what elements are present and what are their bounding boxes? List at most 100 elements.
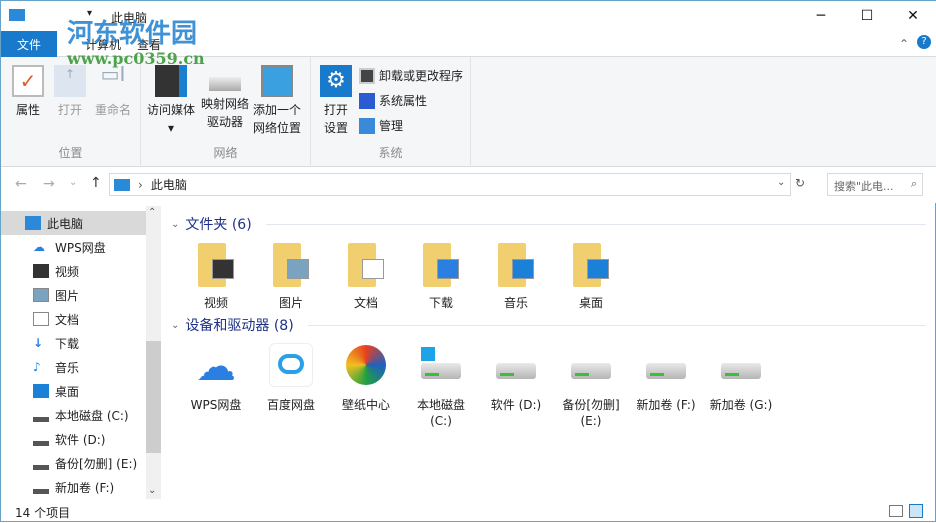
desktop-icon: [33, 384, 49, 398]
programs-icon: [359, 67, 375, 84]
computer-icon: [9, 9, 25, 21]
forward-button[interactable]: →: [43, 176, 55, 192]
manage-button[interactable]: 管理: [359, 117, 403, 134]
nav-item-pictures[interactable]: 图片: [1, 283, 146, 307]
open-button[interactable]: ↑ 打开: [53, 65, 87, 119]
nav-item-drive-f[interactable]: 新加卷 (F:): [1, 475, 146, 499]
details-view-button[interactable]: [889, 505, 903, 517]
folder-item[interactable]: 音乐: [480, 241, 552, 311]
folder-item[interactable]: 桌面: [555, 241, 627, 311]
help-icon[interactable]: ?: [917, 35, 931, 49]
nav-item-documents[interactable]: 文档: [1, 307, 146, 331]
folder-item[interactable]: 文档: [330, 241, 402, 311]
network-drive-icon: [209, 77, 241, 91]
baidu-netdisk-icon: [267, 343, 315, 391]
gear-icon: ⚙: [320, 65, 352, 97]
open-settings-button[interactable]: ⚙ 打开 设置: [319, 65, 353, 137]
watermark-logo: 河东软件园: [67, 19, 198, 49]
group-location: ✓ 属性 ↑ 打开 ▭I 重命名 位置: [1, 57, 141, 167]
document-icon: [33, 312, 49, 326]
address-dropdown-icon[interactable]: ⌄: [777, 177, 785, 188]
nav-item-desktop[interactable]: 桌面: [1, 379, 146, 403]
navigation-pane: 此电脑 ☁ WPS网盘 视频 图片 文档 ↓ 下载 ♪ 音乐 桌面 本地磁盘 (C:)…: [1, 206, 146, 499]
nav-item-downloads[interactable]: ↓ 下载: [1, 331, 146, 355]
minimize-button[interactable]: ─: [798, 1, 844, 31]
folder-download-icon: [417, 241, 465, 289]
folders-section-header[interactable]: ⌄ 文件夹 (6): [171, 214, 926, 234]
drive-g-icon: [717, 343, 765, 391]
group-network: 访问媒体 ▾ 映射网络 驱动器 添加一个 网络位置 网络: [141, 57, 311, 167]
drive-e-icon: [567, 343, 615, 391]
folder-item[interactable]: 视频: [180, 241, 252, 311]
maximize-button[interactable]: ☐: [844, 1, 890, 31]
back-button[interactable]: ←: [15, 176, 27, 192]
drive-f-icon: [642, 343, 690, 391]
system-properties-icon: [359, 92, 375, 109]
refresh-button[interactable]: ↻: [795, 176, 805, 190]
group-label-network: 网络: [213, 146, 238, 160]
device-item[interactable]: 备份[勿删] (E:): [555, 343, 627, 429]
chevron-down-icon: ⌄: [171, 218, 180, 230]
address-bar[interactable]: › 此电脑: [109, 173, 791, 196]
rename-icon: ▭I: [100, 62, 126, 86]
nav-item-drive-d[interactable]: 软件 (D:): [1, 427, 146, 451]
device-item[interactable]: 新加卷 (F:): [630, 343, 702, 413]
search-icon: ⌕: [910, 177, 917, 190]
properties-icon: ✓: [12, 65, 44, 97]
scroll-down-icon[interactable]: ⌄: [148, 485, 156, 496]
folder-desktop-icon: [567, 241, 615, 289]
device-item[interactable]: 本地磁盘 (C:): [405, 343, 477, 429]
add-network-location-button[interactable]: 添加一个 网络位置: [251, 65, 303, 137]
device-item[interactable]: 软件 (D:): [480, 343, 552, 413]
nav-item-videos[interactable]: 视频: [1, 259, 146, 283]
search-input[interactable]: 搜索"此电... ⌕: [827, 173, 923, 196]
computer-icon: [25, 216, 41, 230]
folder-video-icon: [192, 241, 240, 289]
devices-section-header[interactable]: ⌄ 设备和驱动器 (8): [171, 315, 926, 335]
scroll-up-icon[interactable]: ⌃: [148, 207, 156, 218]
wallpaper-center-icon: [342, 343, 390, 391]
close-button[interactable]: ✕: [890, 1, 936, 31]
nav-item-wps[interactable]: ☁ WPS网盘: [1, 235, 146, 259]
device-item[interactable]: 新加卷 (G:): [705, 343, 777, 413]
computer-icon: [114, 178, 130, 191]
video-icon: [33, 264, 49, 278]
access-media-button[interactable]: 访问媒体 ▾: [145, 65, 197, 137]
drive-icon: [33, 480, 49, 494]
up-button[interactable]: ↑: [90, 175, 102, 191]
nav-item-this-pc[interactable]: 此电脑: [1, 211, 146, 235]
media-icon: [155, 65, 187, 97]
picture-icon: [33, 288, 49, 302]
folder-item[interactable]: 图片: [255, 241, 327, 311]
collapse-ribbon-icon[interactable]: ⌃: [899, 37, 909, 51]
device-item[interactable]: ☁ WPS网盘: [180, 343, 252, 413]
uninstall-programs-button[interactable]: 卸载或更改程序: [359, 67, 463, 84]
nav-item-drive-e[interactable]: 备份[勿删] (E:): [1, 451, 146, 475]
map-network-drive-button[interactable]: 映射网络 驱动器: [199, 65, 251, 131]
system-properties-button[interactable]: 系统属性: [359, 92, 427, 109]
rename-button[interactable]: ▭I 重命名: [91, 62, 135, 119]
group-system: ⚙ 打开 设置 卸载或更改程序 系统属性 管理 系统: [311, 57, 471, 167]
device-item[interactable]: 百度网盘: [255, 343, 327, 413]
open-icon: ↑: [54, 65, 86, 97]
drive-icon: [33, 408, 49, 422]
drive-c-icon: [417, 343, 465, 391]
tab-file[interactable]: 文件: [1, 31, 57, 57]
download-icon: ↓: [33, 336, 44, 350]
breadcrumb-this-pc[interactable]: 此电脑: [151, 176, 187, 193]
group-label-system: 系统: [378, 146, 403, 160]
nav-item-drive-c[interactable]: 本地磁盘 (C:): [1, 403, 146, 427]
properties-button[interactable]: ✓ 属性: [11, 65, 45, 119]
drive-icon: [33, 456, 49, 470]
music-icon: ♪: [33, 360, 41, 374]
group-label-location: 位置: [58, 146, 83, 160]
folder-item[interactable]: 下载: [405, 241, 477, 311]
device-item[interactable]: 壁纸中心: [330, 343, 402, 413]
cloud-icon: ☁: [33, 240, 45, 254]
nav-item-music[interactable]: ♪ 音乐: [1, 355, 146, 379]
nav-scrollbar-thumb[interactable]: [146, 341, 161, 453]
wps-cloud-icon: ☁: [196, 344, 236, 390]
recent-locations-button[interactable]: ⌄: [69, 177, 77, 188]
large-icons-view-button[interactable]: [909, 504, 923, 518]
folder-document-icon: [342, 241, 390, 289]
